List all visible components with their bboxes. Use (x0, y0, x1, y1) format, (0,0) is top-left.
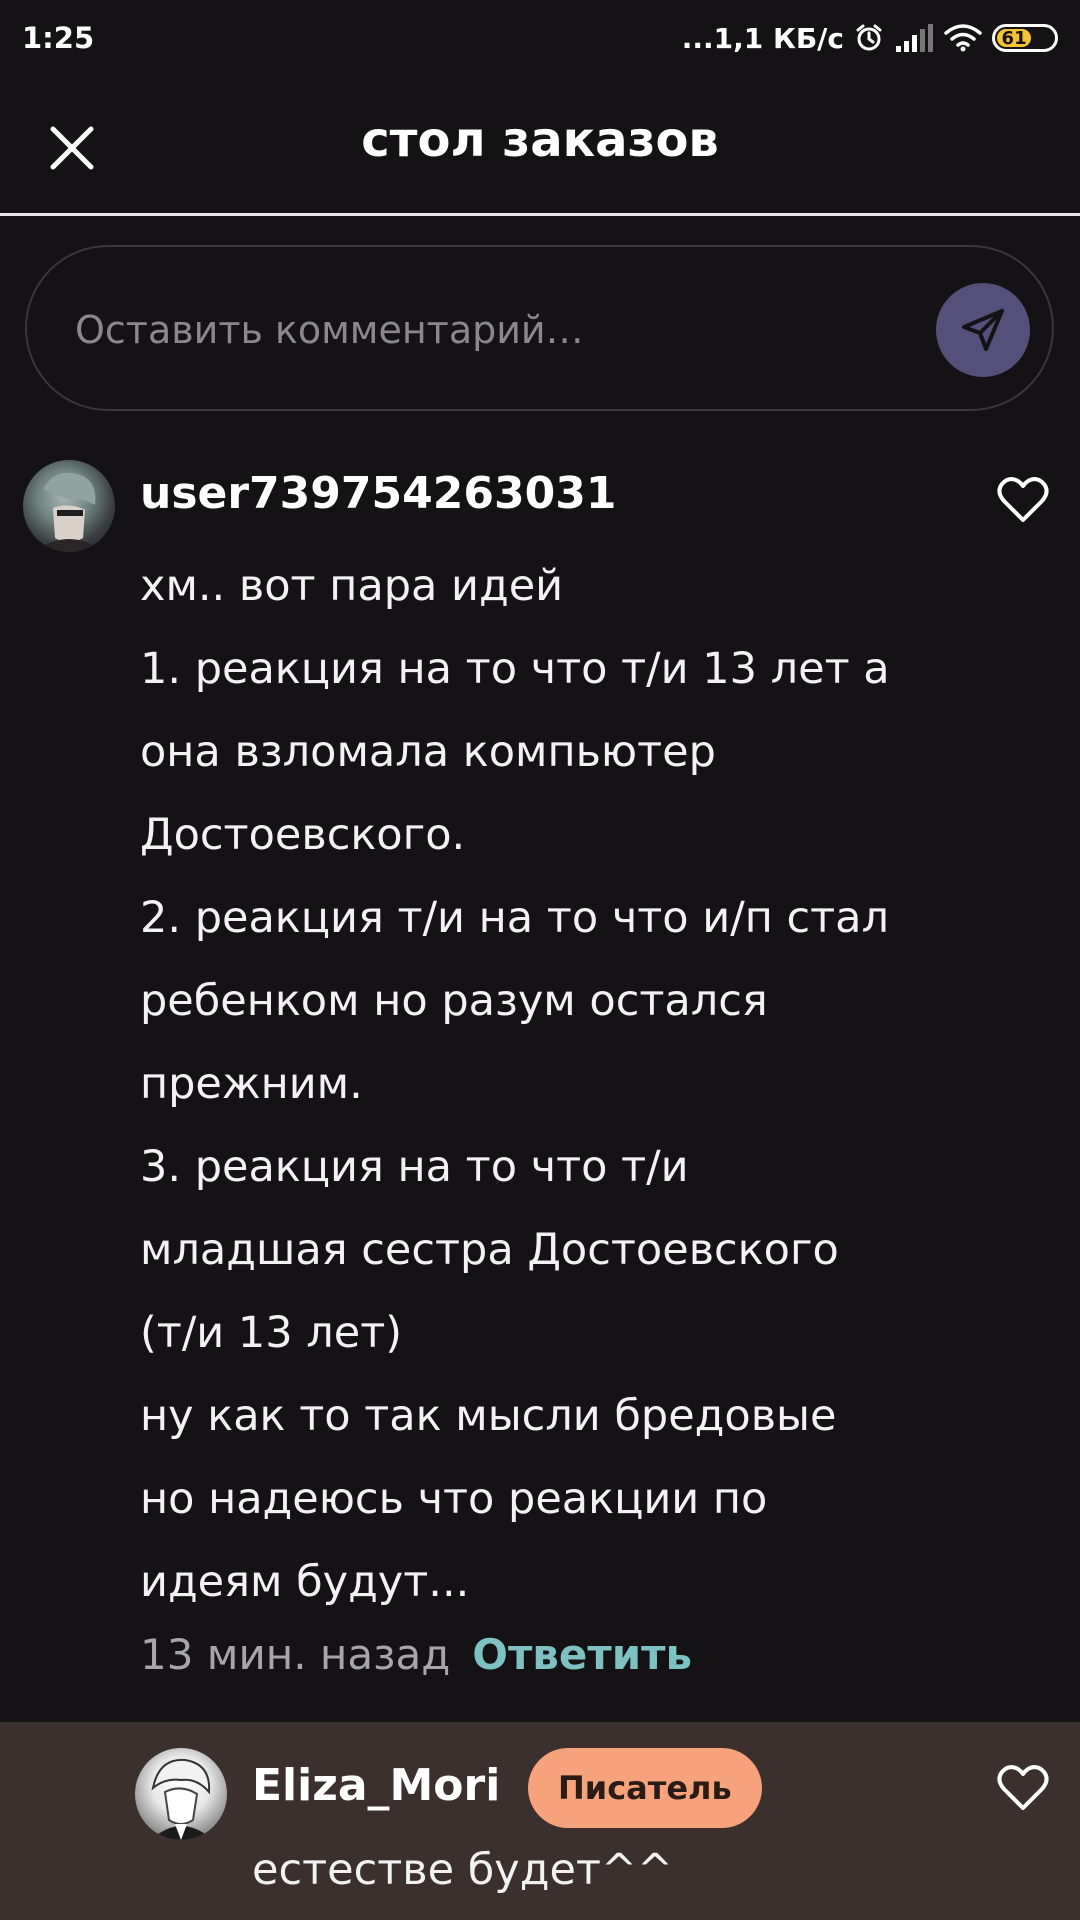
avatar[interactable] (23, 460, 115, 552)
comment-meta: 13 мин. назад Ответить (140, 1630, 692, 1679)
reply-username[interactable]: Eliza_Mori (252, 1760, 500, 1811)
avatar-image (151, 1758, 213, 1840)
network-speed: ...1,1 КБ/с (681, 21, 844, 55)
status-time: 1:25 (22, 21, 95, 55)
wifi-icon (944, 24, 982, 52)
send-icon (962, 309, 1004, 351)
reply-button[interactable]: Ответить (472, 1630, 692, 1679)
reply-avatar[interactable] (135, 1748, 227, 1840)
heart-outline-icon (997, 477, 1049, 522)
signal-icon (894, 24, 934, 52)
battery-icon: 61 (992, 24, 1058, 52)
send-button[interactable] (936, 283, 1030, 377)
like-button[interactable] (996, 474, 1050, 524)
header: стол заказов (0, 76, 1080, 216)
comment-timestamp: 13 мин. назад (140, 1630, 451, 1679)
writer-badge: Писатель (528, 1748, 762, 1828)
avatar-image (33, 472, 105, 552)
status-icons: ...1,1 КБ/с 61 (682, 22, 1058, 55)
page-title: стол заказов (361, 112, 719, 168)
comment-text: хм.. вот пара идей 1. реакция на то что … (140, 561, 890, 1607)
status-bar: 1:25 ...1,1 КБ/с 61 (0, 0, 1080, 76)
comment-input[interactable] (73, 287, 897, 373)
heart-outline-icon (997, 1765, 1049, 1810)
reply-text: естестве будет^^ (252, 1845, 674, 1895)
comment-input-bar (25, 245, 1054, 411)
battery-level: 61 (997, 28, 1032, 49)
alarm-icon (854, 23, 884, 53)
reply-like-button[interactable] (996, 1762, 1050, 1812)
comment-username[interactable]: user739754263031 (140, 468, 616, 519)
